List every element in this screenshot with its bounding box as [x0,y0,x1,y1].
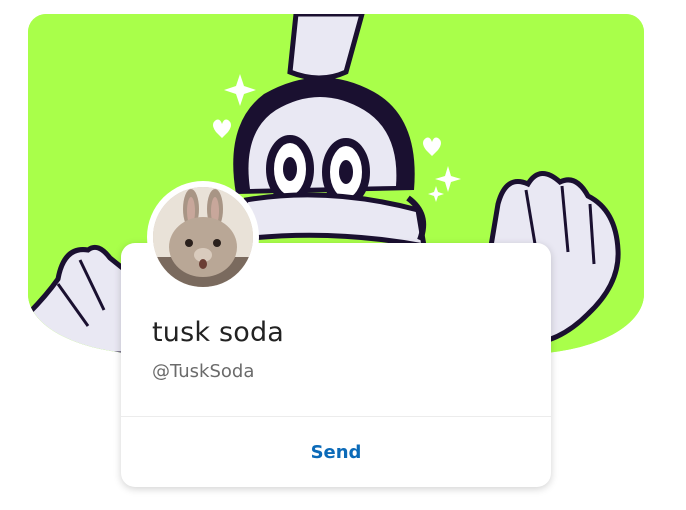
send-button[interactable]: Send [121,417,551,487]
profile-card-page: tusk soda @TuskSoda Send [0,0,686,510]
profile-handle: @TuskSoda [152,361,255,382]
avatar [147,181,259,293]
profile-display-name: tusk soda [152,317,285,348]
avatar-image [153,187,253,287]
send-button-label: Send [310,441,362,463]
